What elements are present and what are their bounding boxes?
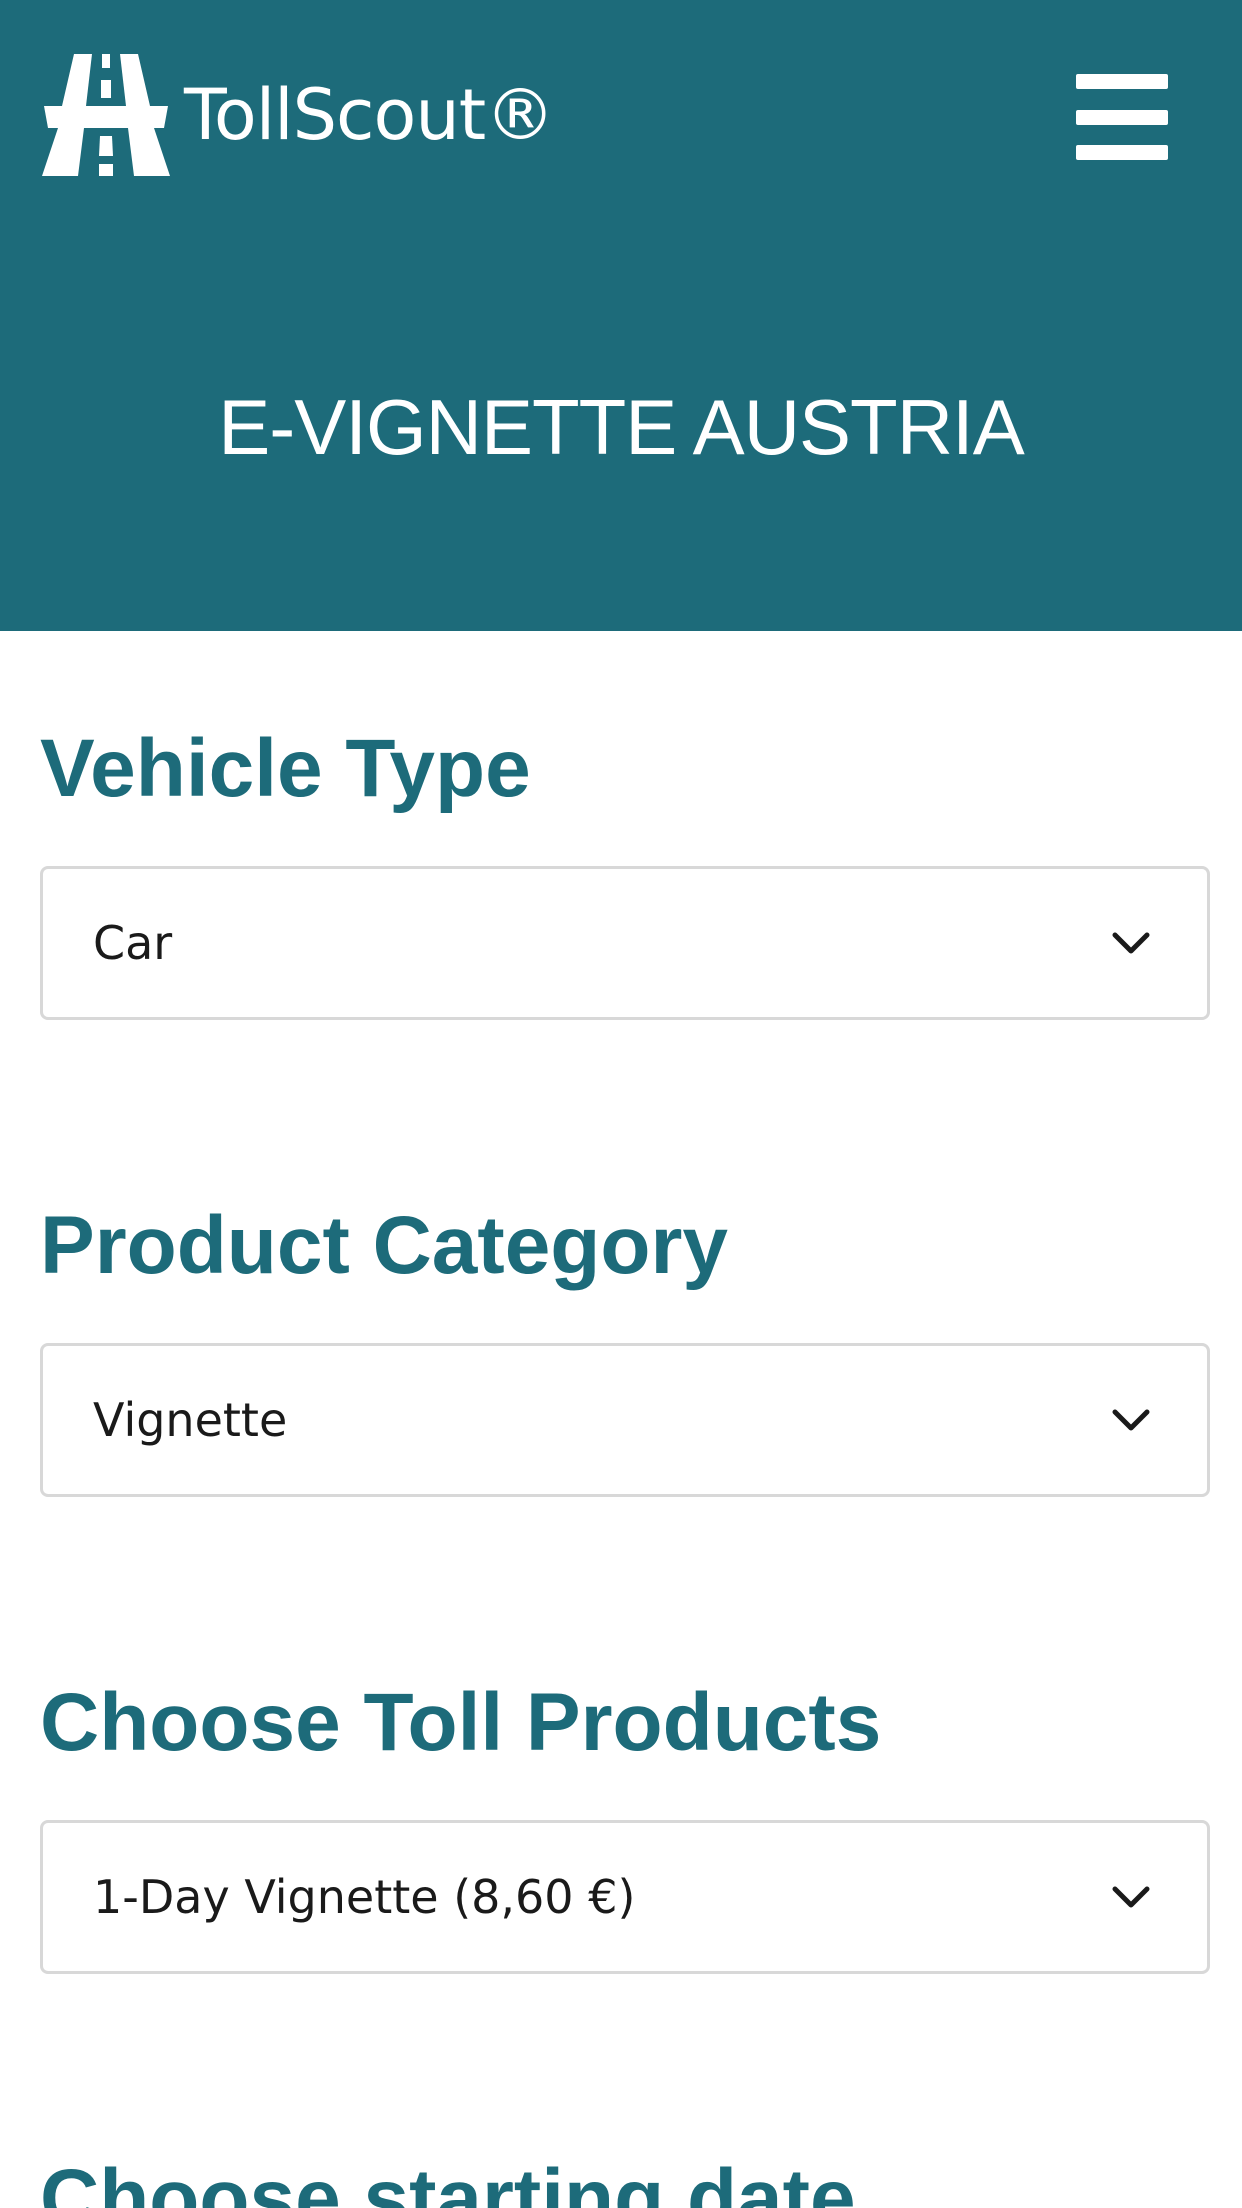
logo-text: TollScout® — [184, 74, 555, 156]
product-category-section: Product Category Vignette — [40, 1200, 1210, 1497]
chevron-down-icon — [1112, 932, 1150, 954]
toll-products-label: Choose Toll Products — [40, 1677, 882, 1768]
vehicle-type-section: Vehicle Type Car — [40, 723, 1210, 1020]
product-category-label: Product Category — [40, 1200, 728, 1291]
toll-products-value: 1-Day Vignette (8,60 €) — [93, 1870, 636, 1924]
vehicle-type-value: Car — [93, 916, 173, 970]
starting-date-section: Choose starting date — [40, 2158, 1208, 2208]
hamburger-menu-icon — [1076, 74, 1168, 89]
product-category-value: Vignette — [93, 1393, 288, 1447]
chevron-down-icon — [1112, 1886, 1150, 1908]
tollscout-logo[interactable]: TollScout® — [40, 52, 555, 178]
hamburger-menu-icon-bar — [1076, 109, 1168, 125]
toll-products-select[interactable]: 1-Day Vignette (8,60 €) — [40, 1820, 1210, 1974]
product-category-select[interactable]: Vignette — [40, 1343, 1210, 1497]
hamburger-menu-icon-bar — [1076, 145, 1168, 160]
vehicle-type-select[interactable]: Car — [40, 866, 1210, 1020]
page: TollScout® E-VIGNETTE AUSTRIA Vehicle Ty… — [0, 0, 1242, 2208]
starting-date-label: Choose starting date — [40, 2153, 856, 2208]
page-title: E-VIGNETTE AUSTRIA — [218, 383, 1024, 471]
menu-button[interactable] — [1060, 74, 1170, 160]
highway-logo-icon — [42, 54, 170, 176]
site-header: TollScout® E-VIGNETTE AUSTRIA — [0, 0, 1242, 631]
vehicle-type-label: Vehicle Type — [40, 723, 531, 814]
chevron-down-icon — [1112, 1409, 1150, 1431]
toll-products-section: Choose Toll Products 1-Day Vignette (8,6… — [40, 1677, 1210, 1974]
